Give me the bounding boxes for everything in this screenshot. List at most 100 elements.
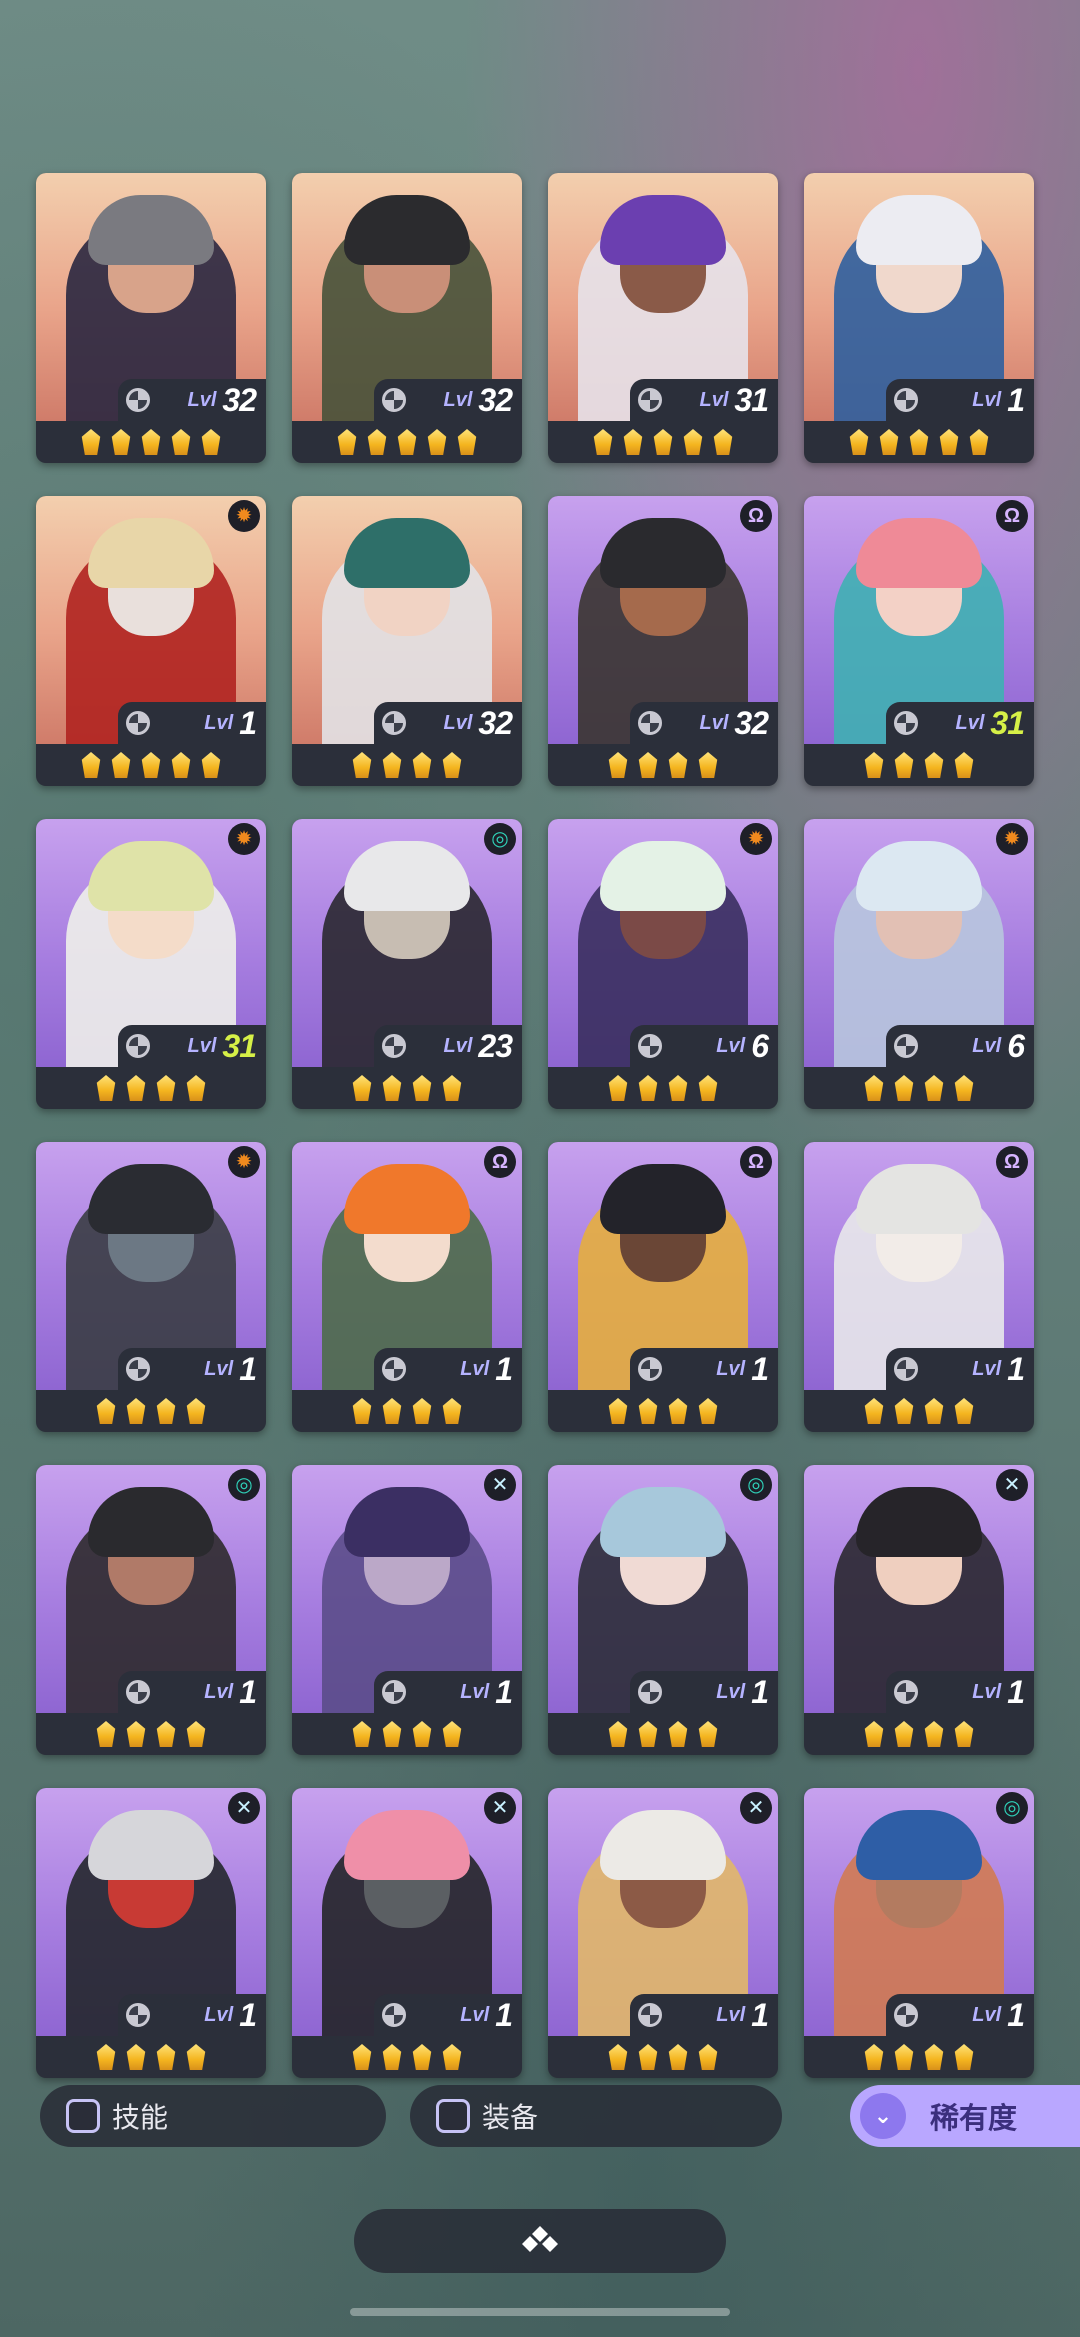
star-rating (36, 1390, 266, 1432)
star-icon (126, 2044, 146, 2070)
star-icon (924, 1721, 944, 1747)
level-prefix: Lvl (716, 1357, 746, 1380)
level-bar: Lvl 1 (374, 1671, 522, 1713)
hero-card[interactable]: ✹ Lvl 31 (36, 819, 266, 1109)
skill-checkbox[interactable] (66, 2099, 100, 2133)
hero-card[interactable]: Lvl 1 (804, 173, 1034, 463)
hero-hair (344, 1810, 470, 1880)
sun-class-icon: ✹ (996, 823, 1028, 855)
level-bar: Lvl 1 (886, 1994, 1034, 2036)
hero-card[interactable]: Lvl 32 (36, 173, 266, 463)
hero-card[interactable]: Ω Lvl 32 (548, 496, 778, 786)
star-icon (141, 752, 161, 778)
equipment-slot-icon (638, 711, 662, 735)
star-rating (36, 2036, 266, 2078)
hero-card[interactable]: Lvl 31 (548, 173, 778, 463)
star-icon (382, 1721, 402, 1747)
star-icon (924, 1398, 944, 1424)
sun-class-icon: ✹ (228, 823, 260, 855)
omega-class-icon: Ω (740, 500, 772, 532)
level-prefix: Lvl (699, 711, 729, 734)
sun-class-icon: ✹ (228, 1146, 260, 1178)
hero-hair (88, 195, 214, 265)
level-bar: Lvl 31 (886, 702, 1034, 744)
star-icon (442, 1075, 462, 1101)
star-icon (698, 1075, 718, 1101)
star-icon (156, 1075, 176, 1101)
omega-class-icon: Ω (996, 500, 1028, 532)
star-icon (668, 1398, 688, 1424)
hero-card[interactable]: ✹ Lvl 1 (36, 1142, 266, 1432)
equipment-slot-icon (894, 1034, 918, 1058)
level-prefix: Lvl (972, 1680, 1002, 1703)
level-value: 1 (751, 1996, 769, 2033)
star-icon (457, 429, 477, 455)
hero-card[interactable]: Ω Lvl 31 (804, 496, 1034, 786)
star-icon (367, 429, 387, 455)
equipment-slot-icon (126, 2003, 150, 2027)
star-rating (292, 2036, 522, 2078)
star-icon (954, 2044, 974, 2070)
swirl-class-icon: ◎ (228, 1469, 260, 1501)
star-icon (638, 752, 658, 778)
hero-card[interactable]: Ω Lvl 1 (292, 1142, 522, 1432)
star-icon (713, 429, 733, 455)
hero-card[interactable]: ✕ Lvl 1 (292, 1788, 522, 2078)
hero-card[interactable]: ✹ Lvl 6 (548, 819, 778, 1109)
star-icon (864, 1721, 884, 1747)
star-rating (292, 1390, 522, 1432)
star-icon (939, 429, 959, 455)
star-icon (156, 2044, 176, 2070)
cross-class-icon: ✕ (740, 1792, 772, 1824)
equip-checkbox[interactable] (436, 2099, 470, 2133)
level-prefix: Lvl (187, 1034, 217, 1057)
hero-hair (344, 518, 470, 588)
hero-card[interactable]: ✕ Lvl 1 (36, 1788, 266, 2078)
hero-card[interactable]: ✕ Lvl 1 (292, 1465, 522, 1755)
level-prefix: Lvl (204, 711, 234, 734)
level-bar: Lvl 1 (630, 1671, 778, 1713)
equip-filter-toggle[interactable]: 装备 (410, 2085, 782, 2147)
star-icon (382, 752, 402, 778)
hero-hair (344, 841, 470, 911)
level-value: 1 (239, 1996, 257, 2033)
star-icon (608, 1075, 628, 1101)
star-icon (638, 1075, 658, 1101)
hero-card[interactable]: Ω Lvl 1 (548, 1142, 778, 1432)
hero-card[interactable]: ✹ Lvl 1 (36, 496, 266, 786)
level-bar: Lvl 1 (118, 1671, 266, 1713)
level-value: 32 (734, 704, 769, 741)
hero-card[interactable]: ✕ Lvl 1 (548, 1788, 778, 2078)
hero-card[interactable]: ✹ Lvl 6 (804, 819, 1034, 1109)
hero-card[interactable]: Ω Lvl 1 (804, 1142, 1034, 1432)
hero-card[interactable]: ◎ Lvl 1 (548, 1465, 778, 1755)
hero-hair (344, 1164, 470, 1234)
level-value: 1 (1007, 1350, 1025, 1387)
level-bar: Lvl 23 (374, 1025, 522, 1067)
hero-hair (856, 518, 982, 588)
hero-hair (856, 1487, 982, 1557)
skill-filter-toggle[interactable]: 技能 (40, 2085, 386, 2147)
star-icon (653, 429, 673, 455)
star-icon (156, 1721, 176, 1747)
star-icon (111, 752, 131, 778)
star-icon (397, 429, 417, 455)
star-rating (804, 1713, 1034, 1755)
level-bar: Lvl 31 (630, 379, 778, 421)
star-icon (668, 1721, 688, 1747)
level-prefix: Lvl (699, 388, 729, 411)
hero-card[interactable]: ✕ Lvl 1 (804, 1465, 1034, 1755)
level-bar: Lvl 1 (886, 1671, 1034, 1713)
star-rating (804, 744, 1034, 786)
bottom-menu-button[interactable] (354, 2209, 726, 2273)
hero-card[interactable]: Lvl 32 (292, 496, 522, 786)
star-icon (126, 1398, 146, 1424)
rarity-sort-button[interactable]: ⌄ 稀有度 (850, 2085, 1080, 2147)
hero-card[interactable]: Lvl 32 (292, 173, 522, 463)
hero-card[interactable]: ◎ Lvl 1 (804, 1788, 1034, 2078)
star-icon (442, 1398, 462, 1424)
level-value: 1 (495, 1996, 513, 2033)
star-rating (292, 744, 522, 786)
hero-card[interactable]: ◎ Lvl 23 (292, 819, 522, 1109)
hero-card[interactable]: ◎ Lvl 1 (36, 1465, 266, 1755)
